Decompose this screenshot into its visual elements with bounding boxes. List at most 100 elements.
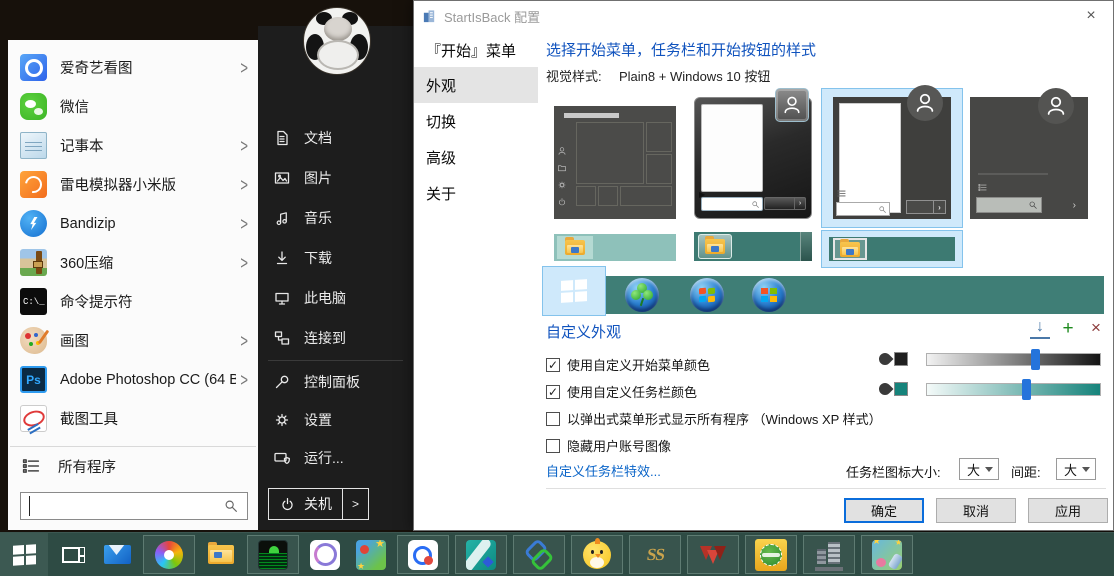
app-item-360zip[interactable]: 360压缩 > <box>8 243 258 282</box>
taskbar-ss-tool-button[interactable]: SS <box>629 535 681 574</box>
shutdown-button[interactable]: 关机 > <box>268 488 369 520</box>
style-preview-aero[interactable]: ▶ › <box>694 97 812 219</box>
place-music[interactable]: 音乐 <box>258 198 413 238</box>
taskbar-preview-plain8-selected[interactable] <box>821 230 963 268</box>
checkbox-custom-startmenu-color[interactable]: ✓ 使用自定义开始菜单颜色 <box>546 355 710 374</box>
taskbar-color-slider[interactable] <box>926 383 1101 396</box>
start-button-square-flag-orb[interactable] <box>752 278 786 312</box>
browser-icon <box>155 541 183 569</box>
user-avatar-preview <box>1038 88 1074 124</box>
taskbar-ring-app-button[interactable] <box>302 533 348 576</box>
taskbar-preview-aero[interactable] <box>694 232 812 261</box>
app-item-iqiyi[interactable]: 爱奇艺看图 > <box>8 48 258 87</box>
place-connect-to[interactable]: 连接到 <box>258 318 413 358</box>
power-icon <box>279 496 296 513</box>
checkbox-icon[interactable]: ✓ <box>546 385 560 399</box>
chain-link-icon <box>524 540 554 570</box>
place-pictures[interactable]: 图片 <box>258 158 413 198</box>
taskbar-netdisk-button[interactable] <box>397 535 449 574</box>
checkbox-hide-user-picture[interactable]: 隐藏用户账号图像 <box>546 436 671 455</box>
app-item-ld-emulator[interactable]: 雷电模拟器小米版 > <box>8 165 258 204</box>
place-run[interactable]: 运行... <box>258 439 413 477</box>
chick-icon <box>583 541 611 569</box>
nav-item-about[interactable]: 关于 <box>414 175 538 211</box>
taskbar-effects-link[interactable]: 自定义任务栏特效... <box>546 461 661 480</box>
chevron-right-icon: > <box>240 174 248 195</box>
spacing-label: 间距: <box>1011 462 1041 481</box>
taskbar-game-globe-button[interactable] <box>745 535 797 574</box>
startmenu-color-slider[interactable] <box>926 353 1101 366</box>
ok-button[interactable]: 确定 <box>844 498 924 523</box>
dialog-nav: 『开始』菜单 外观 切换 高级 关于 <box>414 37 538 211</box>
search-icon <box>836 202 890 216</box>
place-control-panel[interactable]: 控制面板 <box>258 363 413 401</box>
notepad-icon <box>20 132 47 159</box>
checkbox-icon[interactable] <box>546 412 560 426</box>
app-item-photoshop[interactable]: Ps Adobe Photoshop CC (64 Bit) > <box>8 360 258 399</box>
start-button-clover-orb[interactable] <box>625 278 659 312</box>
page-title: 选择开始菜单，任务栏和开始按钮的样式 <box>546 39 816 60</box>
place-this-pc[interactable]: 此电脑 <box>258 278 413 318</box>
search-input[interactable] <box>29 496 223 516</box>
checkbox-icon[interactable] <box>546 439 560 453</box>
remove-style-icon[interactable]: × <box>1086 318 1106 338</box>
gear-icon <box>272 410 292 430</box>
all-programs-button[interactable]: 所有程序 <box>8 449 258 483</box>
cancel-button[interactable]: 取消 <box>936 498 1016 523</box>
taskbar-preview-metro[interactable] <box>554 234 676 261</box>
task-view-icon <box>62 547 80 563</box>
place-documents[interactable]: 文档 <box>258 118 413 158</box>
icon-size-dropdown[interactable]: 大 <box>959 458 999 480</box>
taskbar-chain-link-button[interactable] <box>513 535 565 574</box>
taskbar-file-explorer-button[interactable] <box>198 533 244 576</box>
startmenu-color-slider-row <box>879 349 1104 371</box>
taskbar-game-tools-button[interactable]: ★★ <box>861 535 913 574</box>
style-preview-flat[interactable]: › <box>970 97 1088 219</box>
app-item-paint[interactable]: 画图 > <box>8 321 258 360</box>
place-settings[interactable]: 设置 <box>258 401 413 439</box>
slider-handle[interactable] <box>1022 379 1031 400</box>
checkbox-xp-style-menu[interactable]: 以弹出式菜单形式显示所有程序 （Windows XP 样式） <box>546 409 882 428</box>
place-downloads[interactable]: 下载 <box>258 238 413 278</box>
taskbar-browser-button[interactable] <box>143 535 195 574</box>
nav-item-appearance[interactable]: 外观 <box>414 67 538 103</box>
taskbar-color-swatch[interactable] <box>894 382 908 396</box>
add-style-icon[interactable]: + <box>1058 318 1078 340</box>
app-item-wechat[interactable]: 微信 <box>8 87 258 126</box>
nav-item-advanced[interactable]: 高级 <box>414 139 538 175</box>
checkbox-custom-taskbar-color[interactable]: ✓ 使用自定义任务栏颜色 <box>546 382 697 401</box>
taskbar-start-button[interactable] <box>0 533 48 576</box>
taskbar-game-stars-button[interactable]: ★★ <box>348 533 394 576</box>
user-avatar[interactable] <box>303 7 371 75</box>
download-style-icon[interactable]: ↓ <box>1030 318 1050 339</box>
spacing-dropdown[interactable]: 大 <box>1056 458 1096 480</box>
photoshop-icon: Ps <box>20 366 47 393</box>
checkbox-icon[interactable]: ✓ <box>546 358 560 372</box>
computer-icon <box>272 288 292 308</box>
taskbar-chick-app-button[interactable] <box>571 535 623 574</box>
start-button-win7-orb[interactable] <box>690 278 724 312</box>
style-preview-plain8-selected[interactable]: › <box>821 88 963 228</box>
taskbar-mail-button[interactable] <box>94 533 140 576</box>
slider-handle[interactable] <box>1031 349 1040 370</box>
apply-button[interactable]: 应用 <box>1028 498 1108 523</box>
ld-emulator-icon <box>20 171 47 198</box>
nav-item-start-menu[interactable]: 『开始』菜单 <box>414 37 538 63</box>
app-item-snipping-tool[interactable]: 截图工具 <box>8 399 258 438</box>
nav-item-switching[interactable]: 切换 <box>414 103 538 139</box>
taskbar-task-view-button[interactable] <box>48 533 94 576</box>
startmenu-color-swatch[interactable] <box>894 352 908 366</box>
taskbar-building-app-button[interactable] <box>803 535 855 574</box>
chevron-right-icon: > <box>240 369 248 390</box>
style-preview-metro[interactable] <box>554 106 676 219</box>
app-item-notepad[interactable]: 记事本 > <box>8 126 258 165</box>
app-item-bandizip[interactable]: Bandizip > <box>8 204 258 243</box>
start-menu-app-list: 爱奇艺看图 > 微信 记事本 > 雷电模拟器小米版 > Bandizip <box>8 40 258 438</box>
taskbar-remote-app-button[interactable] <box>455 535 507 574</box>
taskbar-android-emulator-button[interactable] <box>247 535 299 574</box>
shutdown-options-arrow[interactable]: > <box>342 489 368 519</box>
start-button-win10-selected[interactable] <box>542 266 606 316</box>
taskbar-red-w-button[interactable] <box>687 535 739 574</box>
app-item-cmd[interactable]: C:\_ 命令提示符 <box>8 282 258 321</box>
windows-logo-icon <box>561 279 587 303</box>
